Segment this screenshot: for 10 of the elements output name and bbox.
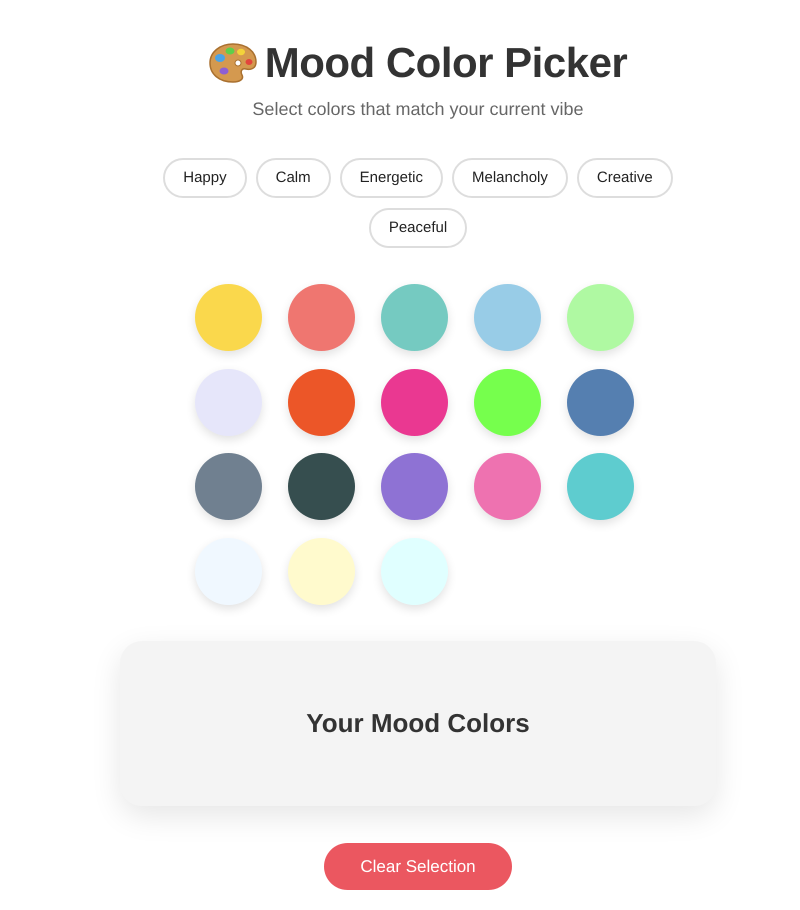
mood-button[interactable]: Melancholy xyxy=(452,158,568,198)
mood-button[interactable]: Happy xyxy=(163,158,247,198)
palette-icon xyxy=(208,42,257,84)
panel-title: Your Mood Colors xyxy=(306,708,530,738)
mood-button[interactable]: Creative xyxy=(576,158,673,198)
mood-button[interactable]: Calm xyxy=(256,158,331,198)
app-subtitle: Select colors that match your current vibe xyxy=(252,98,584,120)
mood-button[interactable]: Peaceful xyxy=(368,208,468,248)
mood-button[interactable]: Energetic xyxy=(340,158,443,198)
app-title: Mood Color Picker xyxy=(264,38,628,88)
